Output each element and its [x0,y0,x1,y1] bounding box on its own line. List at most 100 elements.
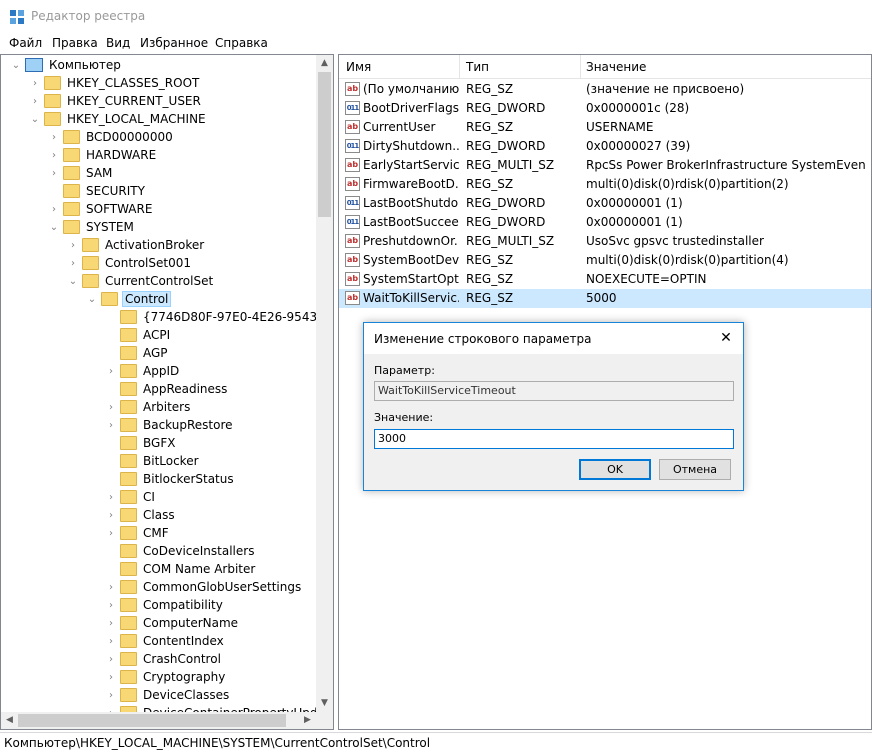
scroll-thumb[interactable] [318,72,331,217]
list-item[interactable]: abEarlyStartServices REG_MULTI_SZ RpcSs Po… [339,156,871,175]
column-divider[interactable] [580,55,581,79]
column-header-value[interactable]: Значение [586,60,646,74]
menu-file[interactable]: Файл [9,36,42,50]
chevron-right-icon[interactable]: › [104,398,118,416]
tree-node[interactable]: › SOFTWARE [47,200,154,218]
tree-node[interactable]: › Arbiters [104,398,192,416]
chevron-right-icon[interactable]: › [47,146,61,164]
tree-node[interactable]: › BackupRestore [104,416,235,434]
chevron-right-icon[interactable]: › [104,578,118,596]
chevron-right-icon[interactable]: › [104,596,118,614]
tree-node[interactable]: › HKEY_CLASSES_ROOT [28,74,201,92]
menu-help[interactable]: Справка [215,36,268,50]
tree-node[interactable]: AppReadiness [104,380,229,398]
list-item[interactable]: 011LastBootSuccee... REG_DWORD 0x00000001 … [339,213,871,232]
chevron-right-icon[interactable]: › [104,632,118,650]
column-header-type[interactable]: Тип [466,60,489,74]
list-item[interactable]: 011 LastBootShutdo... REG_DWORD 0x00000001 … [339,194,871,213]
chevron-down-icon[interactable]: ⌄ [47,218,61,236]
tree-node[interactable]: ⌄ CurrentControlSet [66,272,215,290]
close-icon[interactable]: ✕ [717,329,735,347]
tree-node[interactable]: COM Name Arbiter [104,560,257,578]
scroll-thumb-horizontal[interactable] [18,714,286,727]
scroll-left-arrow-icon[interactable]: ◀ [1,712,18,729]
chevron-right-icon[interactable]: › [28,74,42,92]
tree-node[interactable]: › CI [104,488,157,506]
chevron-right-icon[interactable]: › [66,254,80,272]
menu-edit[interactable]: Правка [52,36,98,50]
tree-node[interactable]: › AppID [104,362,181,380]
column-divider[interactable] [459,55,460,79]
cancel-button[interactable]: Отмена [659,459,731,480]
tree-node[interactable]: AGP [104,344,170,362]
tree-node[interactable]: › ControlSet001 [66,254,193,272]
tree-node-label: SAM [86,166,113,180]
registry-tree[interactable]: ⌄ Компьютер › HKEY_CLASSES_ROOT › HKEY_CURREN… [0,54,334,730]
list-item[interactable]: ab PreshutdownOr... REG_MULTI_SZ UsoSvc gps… [339,232,871,251]
tree-node[interactable]: › CMF [104,524,171,542]
tree-node[interactable]: BitLocker [104,452,201,470]
list-item[interactable]: abSystemStartOpti... REG_SZ NOEXECUTE=OPT… [339,270,871,289]
tree-node[interactable]: › Class [104,506,177,524]
tree-node[interactable]: SECURITY [47,182,147,200]
chevron-right-icon[interactable]: › [104,506,118,524]
list-item[interactable]: 011 DirtyShutdown... REG_DWORD 0x00000027 (… [339,137,871,156]
tree-node[interactable]: › CrashControl [104,650,223,668]
scroll-right-arrow-icon[interactable]: ▶ [299,712,316,729]
list-item[interactable]: ab WaitToKillServic... REG_SZ 5000 [339,289,871,308]
scroll-down-arrow-icon[interactable]: ▼ [316,695,333,712]
title-bar: Редактор реестра [0,0,872,32]
tree-node[interactable]: › CommonGlobUserSettings [104,578,303,596]
tree-node[interactable]: BitlockerStatus [104,470,236,488]
scroll-up-arrow-icon[interactable]: ▲ [316,55,333,72]
chevron-right-icon[interactable]: › [28,92,42,110]
tree-node[interactable]: ⌄ Компьютер [9,56,123,74]
tree-node[interactable]: ⌄ Control [85,290,172,308]
chevron-right-icon[interactable]: › [104,614,118,632]
tree-vertical-scrollbar[interactable]: ▲ ▼ [316,55,333,712]
chevron-right-icon[interactable]: › [66,236,80,254]
list-item[interactable]: ab (По умолчанию) REG_SZ (значение не присв… [339,80,871,99]
chevron-right-icon[interactable]: › [47,200,61,218]
menu-favorites[interactable]: Избранное [140,36,208,50]
tree-node[interactable]: ACPI [104,326,172,344]
value-input[interactable]: 3000 [374,429,734,449]
tree-node[interactable]: BGFX [104,434,177,452]
chevron-right-icon[interactable]: › [104,488,118,506]
tree-horizontal-scrollbar[interactable]: ◀ ▶ [1,712,316,729]
list-item[interactable]: ab SystemBootDev... REG_SZ multi(0)disk(0)r… [339,251,871,270]
chevron-right-icon[interactable]: › [47,128,61,146]
tree-node[interactable]: › Cryptography [104,668,227,686]
list-item[interactable]: 011 BootDriverFlags REG_DWORD 0x0000001c (2… [339,99,871,118]
tree-node[interactable]: › ActivationBroker [66,236,206,254]
tree-node[interactable]: › DeviceClasses [104,686,231,704]
chevron-down-icon[interactable]: ⌄ [85,290,99,308]
ok-button[interactable]: OK [579,459,651,480]
tree-node[interactable]: › ComputerName [104,614,240,632]
tree-node[interactable]: › HARDWARE [47,146,158,164]
chevron-right-icon[interactable]: › [104,362,118,380]
chevron-down-icon[interactable]: ⌄ [9,56,23,74]
list-item[interactable]: ab FirmwareBootD... REG_SZ multi(0)disk(0)r… [339,175,871,194]
tree-node[interactable]: › HKEY_CURRENT_USER [28,92,203,110]
chevron-down-icon[interactable]: ⌄ [66,272,80,290]
tree-node[interactable]: ⌄ SYSTEM [47,218,136,236]
menu-view[interactable]: Вид [106,36,130,50]
column-header-name[interactable]: Имя [346,60,371,74]
tree-node[interactable]: › BCD00000000 [47,128,175,146]
chevron-right-icon[interactable]: › [47,164,61,182]
chevron-right-icon[interactable]: › [104,416,118,434]
tree-node[interactable]: › SAM [47,164,114,182]
tree-node[interactable]: › Compatibility [104,596,225,614]
chevron-right-icon[interactable]: › [104,668,118,686]
chevron-right-icon[interactable]: › [104,524,118,542]
tree-node-label: Control [122,291,172,307]
list-item[interactable]: ab CurrentUser REG_SZ USERNAME [339,118,871,137]
chevron-down-icon[interactable]: ⌄ [28,110,42,128]
tree-node[interactable]: ⌄ HKEY_LOCAL_MACHINE [28,110,208,128]
tree-node[interactable]: CoDeviceInstallers [104,542,256,560]
tree-node[interactable]: › ContentIndex [104,632,226,650]
tree-node[interactable]: {7746D80F-97E0-4E26-9543-26B4 [104,308,333,326]
chevron-right-icon[interactable]: › [104,686,118,704]
chevron-right-icon[interactable]: › [104,650,118,668]
